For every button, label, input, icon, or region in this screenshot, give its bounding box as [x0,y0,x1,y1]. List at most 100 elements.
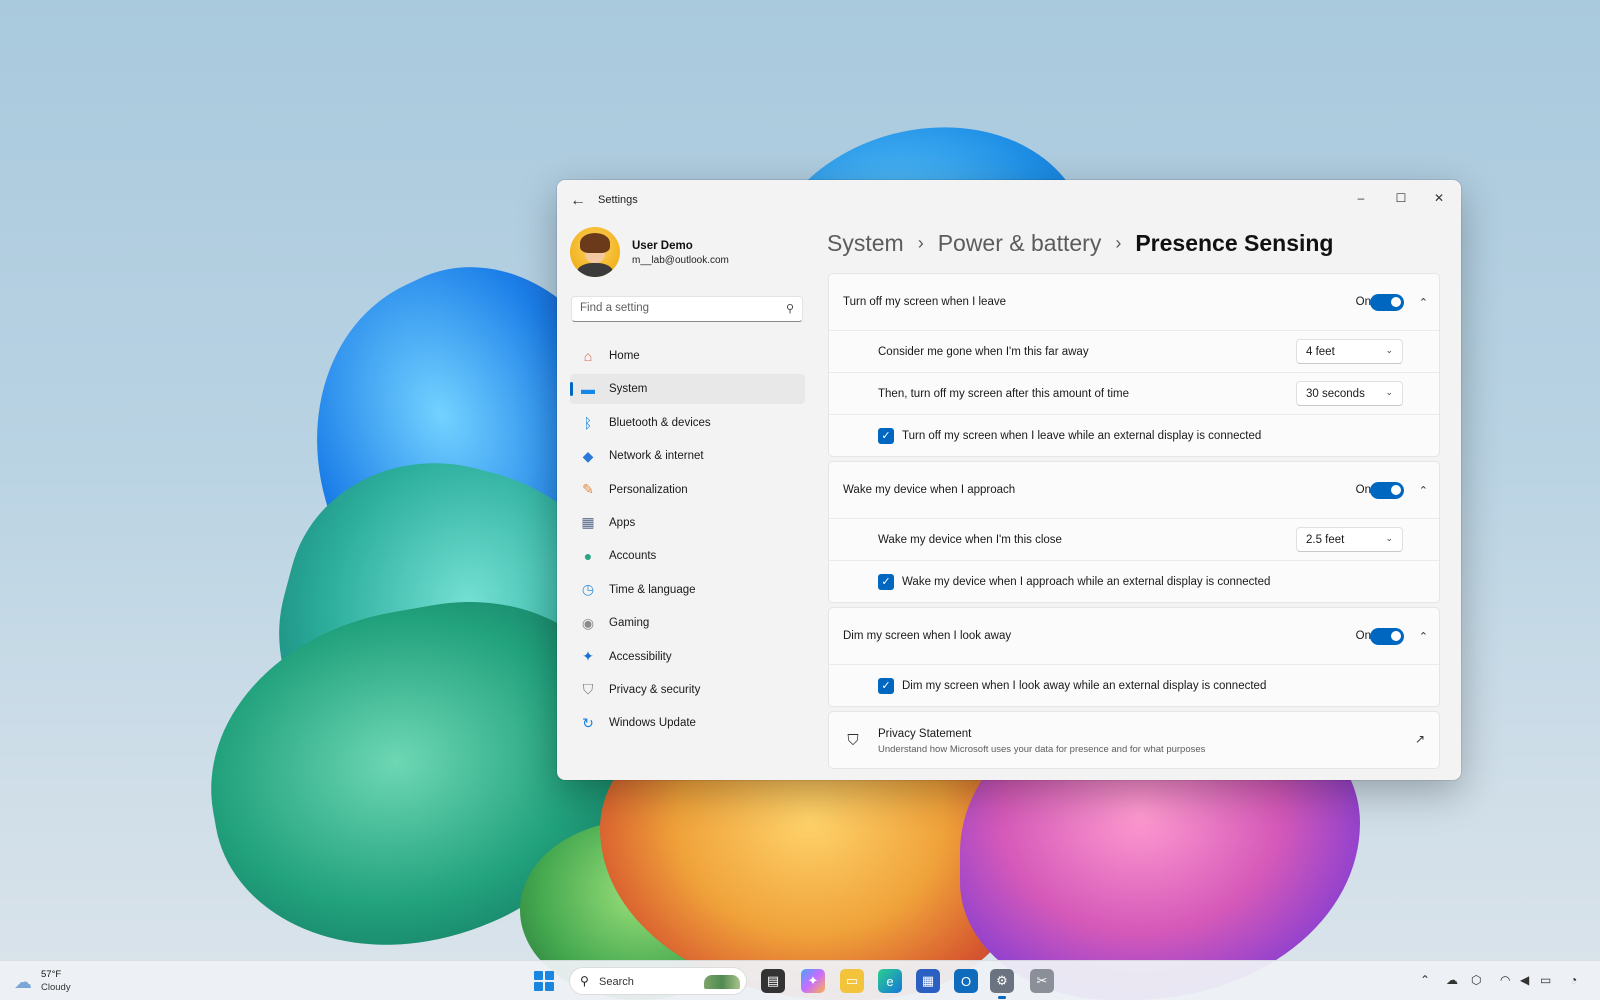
sidebar-item-label: Bluetooth & devices [609,416,711,429]
sidebar-item-label: Apps [609,516,636,529]
leave-header[interactable]: Turn off my screen when I leave On ⌃ [829,274,1439,330]
sidebar-item-accessibility[interactable]: ✦ Accessibility [570,642,805,672]
breadcrumb-system[interactable]: System [827,230,904,257]
chevron-down-icon: ⌄ [1385,387,1393,397]
approach-external-checkbox[interactable]: ✓ [878,573,894,590]
maximize-button[interactable]: ☐ [1381,184,1421,212]
shield-icon: ⛉ [582,681,594,698]
snipping-tool-icon[interactable]: ✂ [1030,969,1054,993]
leave-external-label[interactable]: Turn off my screen when I leave while an… [902,430,1261,442]
apps-icon: ▦ [581,514,595,531]
dropdown-value: 30 seconds [1306,387,1365,400]
privacy-statement-link[interactable]: ⛉ Privacy Statement Understand how Micro… [829,712,1439,768]
chevron-up-icon[interactable]: ⌃ [1419,296,1428,309]
sidebar-item-system[interactable]: ▬ System [570,374,805,405]
sidebar-item-apps[interactable]: ▦ Apps [570,508,805,538]
sidebar-item-bluetooth-devices[interactable]: ᛒ Bluetooth & devices [570,408,805,438]
leave-distance-row: Consider me gone when I'm this far away … [829,330,1439,372]
edge-icon[interactable]: e [878,969,902,993]
dim-header[interactable]: Dim my screen when I look away On ⌃ [829,608,1439,664]
chevron-right-icon: › [1115,232,1122,253]
wifi-icon: ◆ [582,447,594,464]
notification-icon[interactable]: ◔ [1570,973,1577,987]
store-icon[interactable]: ▦ [916,969,940,993]
weather-temp: 57°F [41,969,62,980]
minimize-button[interactable]: – [1341,184,1381,212]
checkmark-icon: ✓ [881,429,891,442]
sidebar-item-label: Personalization [609,483,688,496]
sidebar-item-label: Home [609,350,640,362]
checkmark-icon: ✓ [881,679,891,692]
wifi-icon[interactable]: ◠ [1500,973,1510,987]
back-button[interactable]: ← [569,192,587,210]
sidebar-item-gaming[interactable]: ◉ Gaming [570,608,805,638]
sidebar-item-personalization[interactable]: ✎ Personalization [570,475,805,505]
minimize-icon: – [1357,191,1365,205]
sidebar-item-accounts[interactable]: ● Accounts [570,541,805,571]
sidebar-item-privacy-security[interactable]: ⛉ Privacy & security [570,675,805,705]
window-title: Settings [598,194,638,206]
approach-distance-dropdown[interactable]: 2.5 feet ⌄ [1296,527,1403,552]
volume-icon[interactable]: ◀ [1520,973,1529,987]
close-icon: ✕ [1433,191,1445,205]
leave-timeout-dropdown[interactable]: 30 seconds ⌄ [1296,381,1403,406]
sidebar-item-network-internet[interactable]: ◆ Network & internet [570,441,805,471]
back-arrow-icon: ← [570,192,586,209]
title-bar: ← Settings – ☐ ✕ [557,180,1461,220]
sidebar-item-label: Accounts [609,550,657,563]
sidebar-item-home[interactable]: ⌂ Home [570,341,805,371]
approach-external-label[interactable]: Wake my device when I approach while an … [902,576,1270,588]
sidebar-item-time-language[interactable]: ◷ Time & language [570,575,805,605]
chevron-up-icon[interactable]: ⌃ [1419,484,1428,497]
brush-icon: ✎ [582,481,594,498]
close-button[interactable]: ✕ [1419,184,1459,212]
file-explorer-icon[interactable]: ▭ [840,969,864,993]
leave-toggle-state: On [1355,296,1371,308]
chevron-up-icon[interactable]: ⌃ [1420,973,1430,987]
privacy-card: ⛉ Privacy Statement Understand how Micro… [828,711,1440,769]
dim-toggle[interactable] [1370,627,1404,645]
breadcrumb: System › Power & battery › Presence Sens… [827,226,1333,260]
user-email: m__lab@outlook.com [632,255,729,266]
copilot-icon[interactable]: ✦ [801,969,825,993]
user-name: User Demo [632,240,693,252]
dropdown-value: 2.5 feet [1306,533,1345,546]
leave-external-row: ✓ Turn off my screen when I leave while … [829,414,1439,456]
settings-search: ⚲ [571,296,803,322]
update-icon: ↻ [582,714,594,731]
approach-toggle[interactable] [1370,481,1404,499]
privacy-title: Privacy Statement [878,728,972,740]
chevron-up-icon[interactable]: ⌃ [1419,630,1428,643]
leave-external-checkbox[interactable]: ✓ [878,427,894,444]
approach-header[interactable]: Wake my device when I approach On ⌃ [829,462,1439,518]
approach-distance-label: Wake my device when I'm this close [878,533,1062,546]
search-highlight-image [704,975,740,989]
search-input[interactable] [580,302,770,314]
onedrive-icon[interactable]: ☁ [1446,973,1458,987]
approach-distance-row: Wake my device when I'm this close 2.5 f… [829,518,1439,560]
dim-toggle-state: On [1355,630,1371,642]
cloud-icon: ☁ [14,972,32,992]
start-button[interactable] [534,971,554,991]
taskbar-search[interactable]: ⚲ Search [569,967,747,995]
weather-desc: Cloudy [41,982,71,993]
settings-app-icon[interactable]: ⚙ [990,969,1014,999]
dim-external-label[interactable]: Dim my screen when I look away while an … [902,680,1266,692]
sidebar-item-label: Windows Update [609,717,696,730]
outlook-icon[interactable]: O [954,969,978,993]
search-icon[interactable]: ⚲ [786,302,794,315]
page-title: Presence Sensing [1135,229,1334,256]
leave-distance-dropdown[interactable]: 4 feet ⌄ [1296,339,1403,364]
battery-icon[interactable]: ▭ [1540,973,1551,987]
sidebar-item-label: Gaming [609,617,650,630]
shield-icon: ⛉ [847,731,859,749]
leave-toggle[interactable] [1370,293,1404,311]
breadcrumb-power-battery[interactable]: Power & battery [938,230,1102,257]
dropdown-value: 4 feet [1306,345,1335,358]
network-tray-icon[interactable]: ⬡ [1471,973,1481,987]
sidebar-item-windows-update[interactable]: ↻ Windows Update [570,708,805,738]
leave-card: Turn off my screen when I leave On ⌃ Con… [828,273,1440,457]
task-view-icon[interactable]: ▤ [761,969,785,993]
dim-external-checkbox[interactable]: ✓ [878,677,894,694]
approach-label: Wake my device when I approach [843,484,1016,496]
